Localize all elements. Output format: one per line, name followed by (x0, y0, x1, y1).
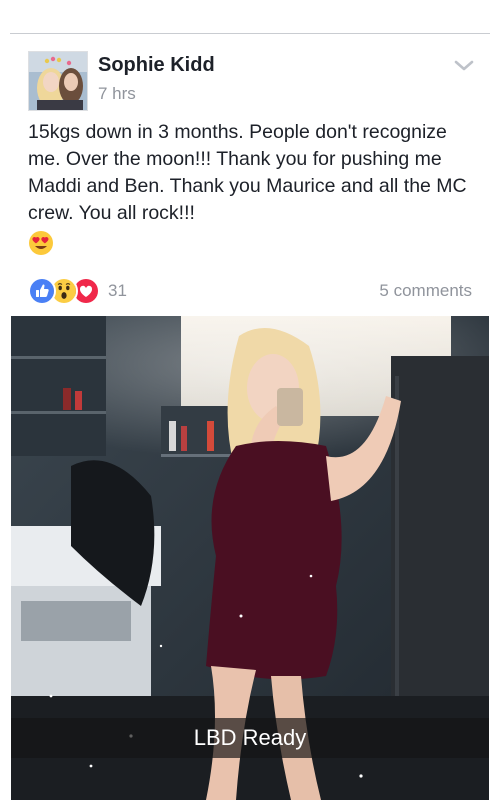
photo-caption: LBD Ready (193, 725, 307, 750)
post-timestamp[interactable]: 7 hrs (98, 84, 136, 104)
post-photo[interactable]: LBD Ready (11, 316, 489, 800)
photo-caption-bar: LBD Ready (11, 718, 489, 758)
post-text: 15kgs down in 3 months. People don't rec… (28, 121, 467, 224)
app-frame: Sophie Kidd 7 hrs 15kgs down in 3 months… (0, 0, 500, 800)
chevron-down-icon[interactable] (452, 56, 476, 76)
feed-post: Sophie Kidd 7 hrs 15kgs down in 3 months… (10, 34, 490, 800)
post-header: Sophie Kidd 7 hrs (10, 34, 490, 118)
comments-link[interactable]: 5 comments (379, 281, 472, 301)
author-name[interactable]: Sophie Kidd (98, 54, 215, 77)
heart-eyes-emoji-icon (28, 230, 54, 256)
avatar[interactable] (28, 51, 88, 111)
reaction-count: 31 (108, 281, 127, 300)
reaction-summary[interactable]: 31 (28, 277, 127, 305)
like-icon (28, 277, 56, 305)
